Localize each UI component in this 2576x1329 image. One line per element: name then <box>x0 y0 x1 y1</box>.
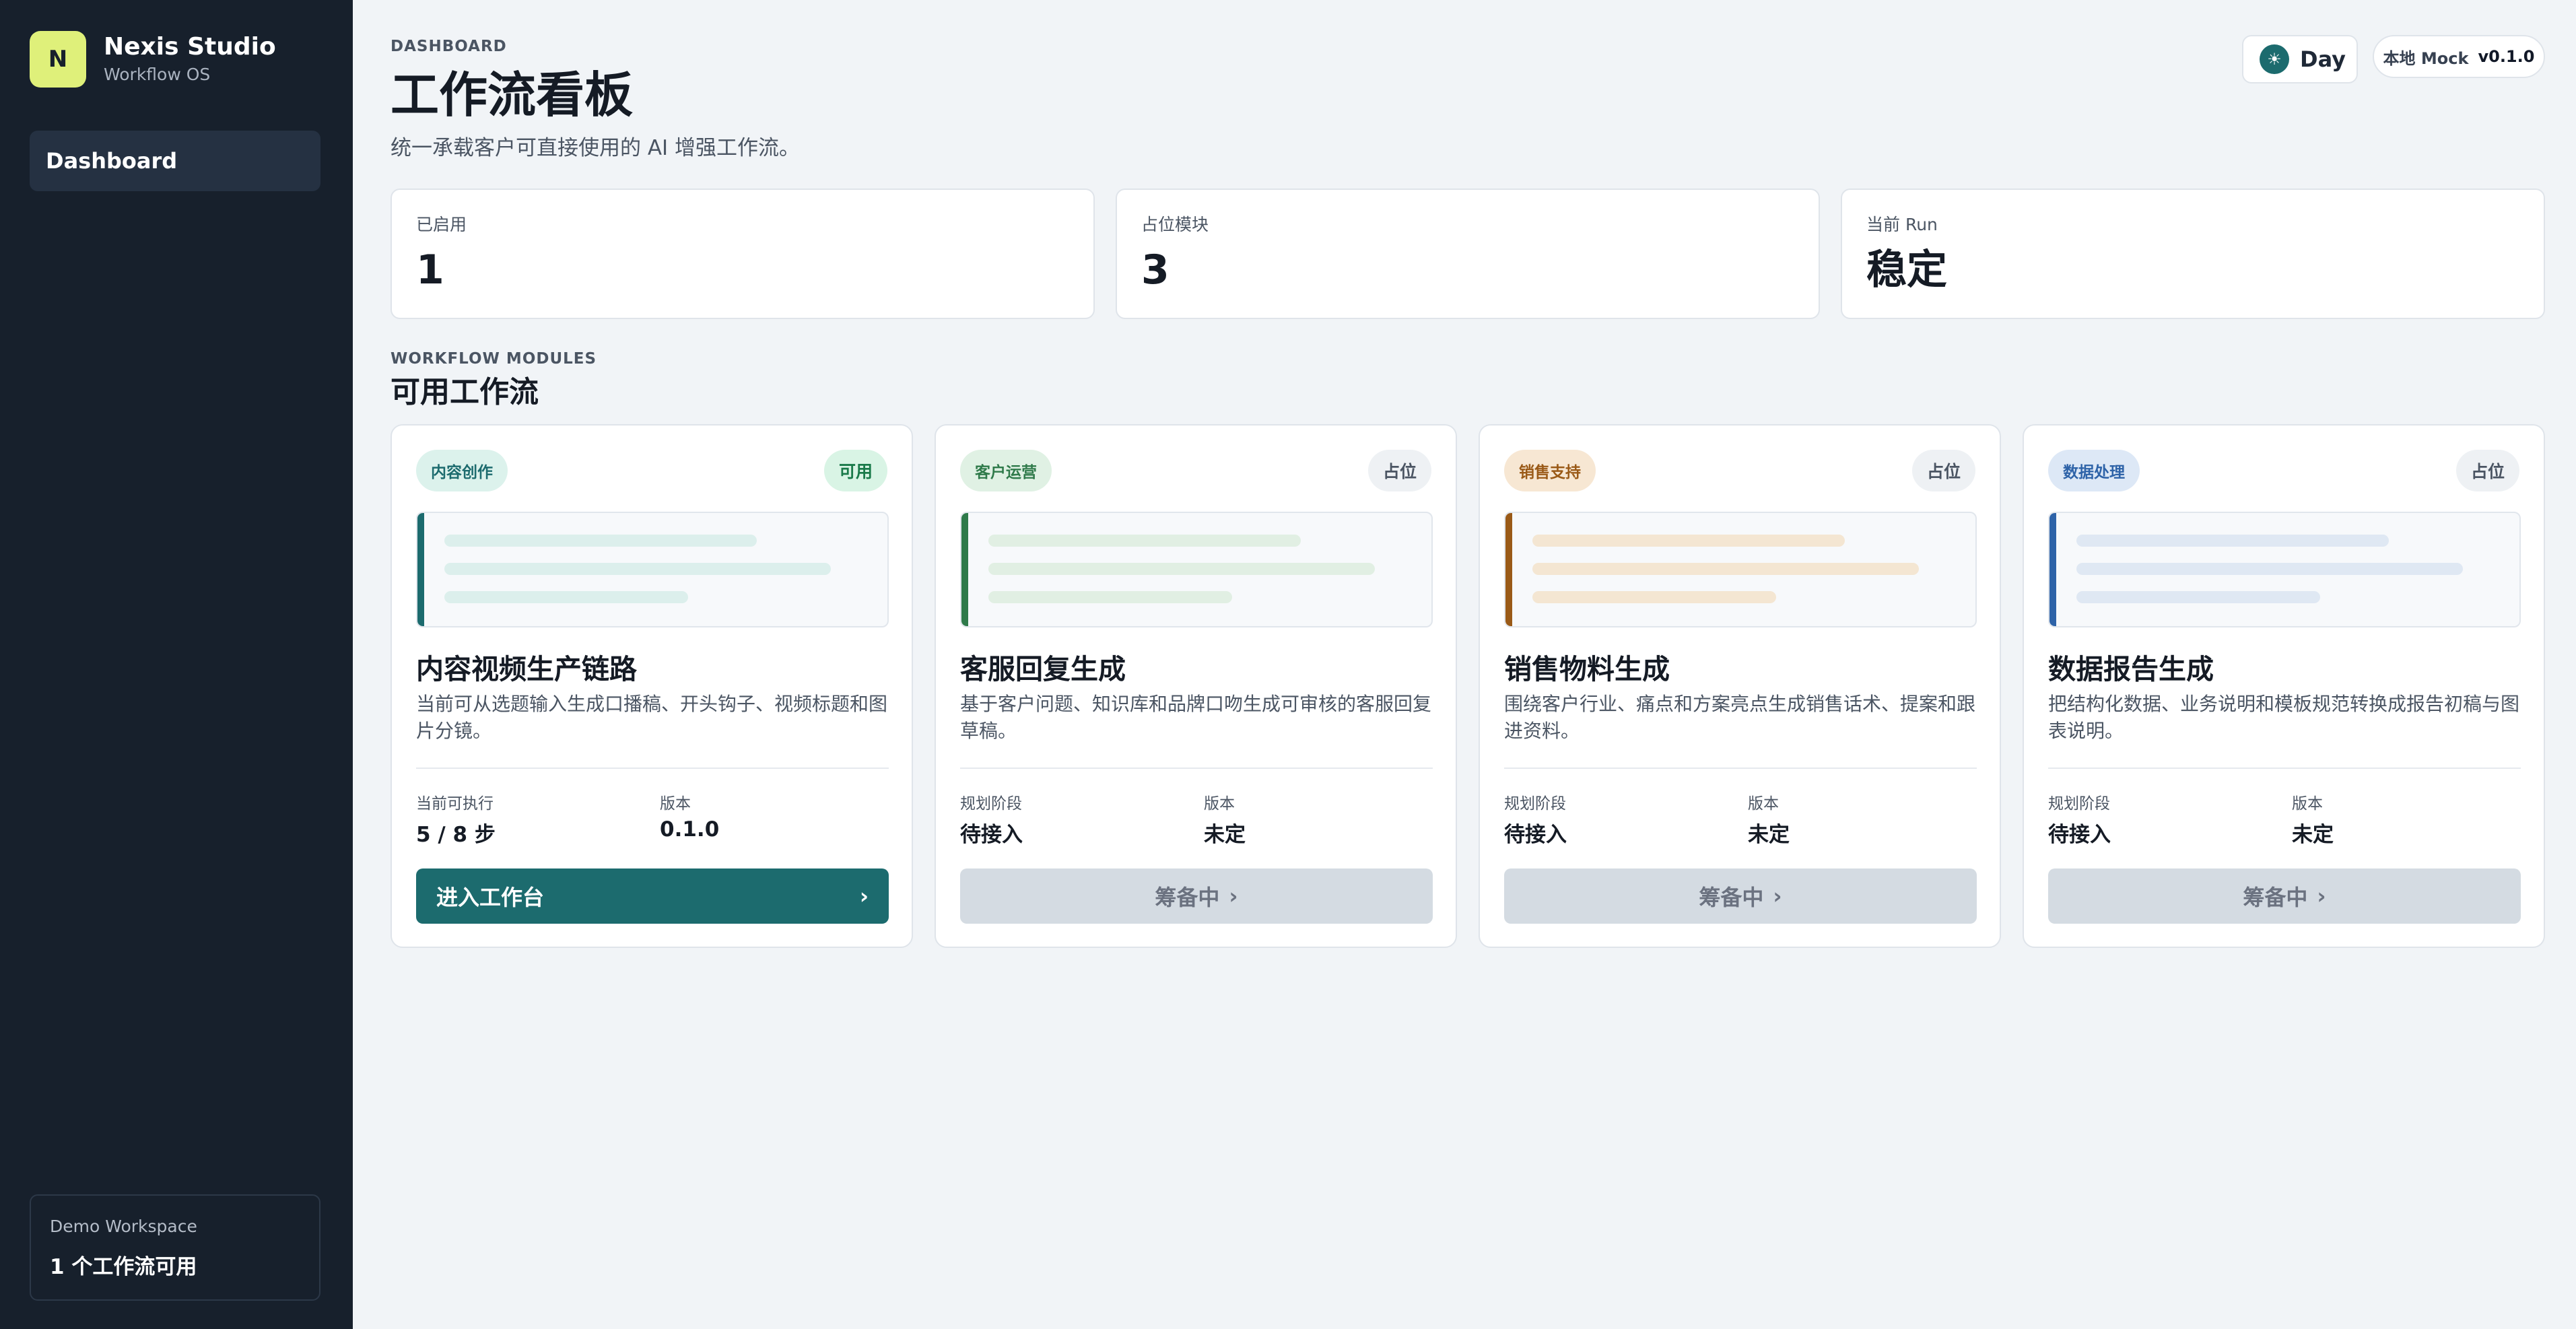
meta-label: 当前可执行 <box>416 795 494 813</box>
stat-label: 占位模块 <box>1141 215 1209 234</box>
version-label: 版本 <box>2292 795 2323 813</box>
page-title: 工作流看板 <box>391 67 634 123</box>
meta-label: 规划阶段 <box>2048 795 2110 813</box>
coming-soon-button[interactable]: 筹备中 › <box>1504 868 1977 924</box>
meta-value: 待接入 <box>960 823 1023 847</box>
status-badge: 占位 <box>2455 450 2519 491</box>
card-title: 数据报告生成 <box>2048 653 2214 685</box>
meta-value: 5 / 8 步 <box>416 823 496 847</box>
card-description: 围绕客户行业、痛点和方案亮点生成销售话术、提案和跟进资料。 <box>1504 693 1976 742</box>
version-label: v0.1.0 <box>2478 47 2535 66</box>
status-badge: 占位 <box>1367 450 1431 491</box>
button-label: 筹备中 <box>1155 885 1220 910</box>
coming-soon-button[interactable]: 筹备中 › <box>2048 868 2521 924</box>
card-description: 当前可从选题输入生成口播稿、开头钩子、视频标题和图片分镜。 <box>416 693 888 742</box>
version-label: 版本 <box>1204 795 1235 813</box>
workflow-card-sales-material: 销售支持 占位 销售物料生成 围绕客户行业、痛点和方案亮点生成销售话术、提案和跟… <box>1479 424 2001 948</box>
theme-label: Day <box>2300 46 2346 72</box>
button-label: 筹备中 <box>2243 885 2308 910</box>
version-label: 版本 <box>660 795 691 813</box>
stat-card-placeholder: 占位模块 3 <box>1116 189 1820 319</box>
button-label: 进入工作台 <box>436 885 545 910</box>
version-label: 版本 <box>1748 795 1779 813</box>
stat-value: 1 <box>416 246 444 294</box>
card-title: 销售物料生成 <box>1504 653 1670 685</box>
workflow-card-data-report: 数据处理 占位 数据报告生成 把结构化数据、业务说明和模板规范转换成报告初稿与图… <box>2023 424 2545 948</box>
sidebar-item-dashboard[interactable]: Dashboard <box>30 131 320 191</box>
category-tag: 数据处理 <box>2048 450 2140 491</box>
workspace-value: 1 个工作流可用 <box>50 1255 197 1279</box>
workspace-card[interactable]: Demo Workspace 1 个工作流可用 <box>30 1194 320 1301</box>
stat-card-current-run: 当前 Run 稳定 <box>1841 189 2545 319</box>
sidebar: N Nexis Studio Workflow OS Dashboard Dem… <box>0 0 353 1329</box>
stat-value: 3 <box>1141 246 1170 294</box>
stat-card-enabled: 已启用 1 <box>391 189 1095 319</box>
divider <box>1504 768 1977 769</box>
divider <box>960 768 1433 769</box>
divider <box>2048 768 2521 769</box>
brand-name: Nexis Studio <box>104 33 276 61</box>
version-value: 未定 <box>1204 823 1246 847</box>
page-subtitle: 统一承载客户可直接使用的 AI 增强工作流。 <box>391 136 801 160</box>
card-description: 基于客户问题、知识库和品牌口吻生成可审核的客服回复草稿。 <box>960 693 1432 742</box>
meta-label: 规划阶段 <box>960 795 1022 813</box>
meta-label: 规划阶段 <box>1504 795 1566 813</box>
chevron-right-icon: › <box>1229 883 1238 909</box>
button-label: 筹备中 <box>1699 885 1764 910</box>
preview-placeholder <box>960 512 1433 627</box>
enter-workbench-button[interactable]: 进入工作台 › <box>416 868 889 924</box>
divider <box>416 768 889 769</box>
workflow-card-customer-reply: 客户运营 占位 客服回复生成 基于客户问题、知识库和品牌口吻生成可审核的客服回复… <box>935 424 1457 948</box>
theme-toggle-button[interactable]: ☀ Day <box>2242 35 2358 83</box>
preview-placeholder <box>416 512 889 627</box>
workflow-card-content-video: 内容创作 可用 内容视频生产链路 当前可从选题输入生成口播稿、开头钩子、视频标题… <box>391 424 913 948</box>
preview-placeholder <box>1504 512 1977 627</box>
brand-logo: N <box>30 31 86 88</box>
card-title: 客服回复生成 <box>960 653 1126 685</box>
card-title: 内容视频生产链路 <box>416 653 637 685</box>
meta-value: 待接入 <box>2048 823 2111 847</box>
meta-value: 待接入 <box>1504 823 1567 847</box>
environment-badge: 本地 Mock v0.1.0 <box>2373 35 2545 78</box>
status-badge: 占位 <box>1911 450 1975 491</box>
sun-icon: ☀ <box>2260 44 2289 74</box>
workspace-label: Demo Workspace <box>50 1217 197 1236</box>
brand-subtitle: Workflow OS <box>104 65 211 84</box>
category-tag: 内容创作 <box>416 450 508 491</box>
brand[interactable]: N Nexis Studio Workflow OS <box>30 31 276 88</box>
chevron-right-icon: › <box>859 883 869 909</box>
version-value: 0.1.0 <box>660 817 720 842</box>
chevron-right-icon: › <box>2317 883 2326 909</box>
section-title: 可用工作流 <box>391 375 539 409</box>
stat-label: 已启用 <box>416 215 467 234</box>
coming-soon-button[interactable]: 筹备中 › <box>960 868 1433 924</box>
status-badge: 可用 <box>823 450 887 491</box>
card-description: 把结构化数据、业务说明和模板规范转换成报告初稿与图表说明。 <box>2048 693 2520 742</box>
environment-label: 本地 Mock <box>2383 48 2469 68</box>
chevron-right-icon: › <box>1773 883 1782 909</box>
version-value: 未定 <box>1748 823 1790 847</box>
stat-label: 当前 Run <box>1866 215 1938 234</box>
preview-placeholder <box>2048 512 2521 627</box>
category-tag: 销售支持 <box>1504 450 1596 491</box>
stat-value: 稳定 <box>1866 246 1947 294</box>
version-value: 未定 <box>2292 823 2334 847</box>
page-eyebrow: DASHBOARD <box>391 38 507 55</box>
section-eyebrow: WORKFLOW MODULES <box>391 350 597 368</box>
category-tag: 客户运营 <box>960 450 1052 491</box>
